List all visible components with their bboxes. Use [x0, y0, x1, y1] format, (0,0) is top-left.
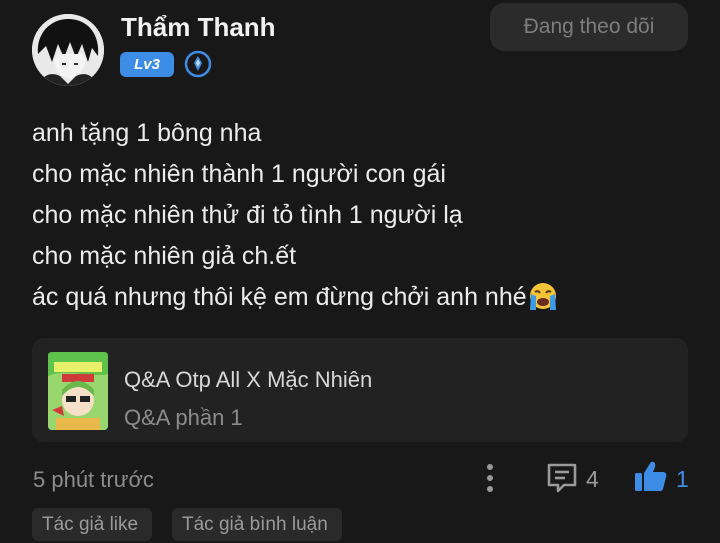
- post-line: anh tặng 1 bông nha: [32, 119, 262, 147]
- username[interactable]: Thẩm Thanh: [121, 12, 276, 43]
- post-content: anh tặng 1 bông nha cho mặc nhiên thành …: [32, 113, 692, 318]
- post-time: 5 phút trước: [33, 467, 154, 492]
- author-commented-tag: Tác giả bình luận: [172, 508, 342, 541]
- like-count: 1: [676, 466, 689, 492]
- comment-count: 4: [586, 466, 599, 492]
- follow-button[interactable]: Đang theo dõi: [490, 3, 688, 51]
- post-line: ác quá nhưng thôi kệ em đừng chởi anh nh…: [32, 283, 527, 311]
- author-rank-icon: [184, 50, 212, 78]
- thumbs-up-icon[interactable]: [633, 458, 669, 494]
- post-line: cho mặc nhiên giả ch.ết: [32, 242, 297, 270]
- crying-face-icon: [529, 283, 556, 310]
- story-cover: [48, 352, 108, 430]
- story-cover-image: [48, 352, 108, 430]
- more-options-icon[interactable]: [480, 462, 500, 494]
- author-liked-tag: Tác giả like: [32, 508, 152, 541]
- post-line-last: ác quá nhưng thôi kệ em đừng chởi anh nh…: [32, 277, 692, 318]
- avatar-image: [32, 14, 104, 86]
- story-title: Q&A Otp All X Mặc Nhiên: [124, 367, 373, 392]
- comment-icon[interactable]: [545, 460, 579, 494]
- post-line: cho mặc nhiên thành 1 người con gái: [32, 160, 446, 188]
- post-line: cho mặc nhiên thử đi tỏ tình 1 người lạ: [32, 201, 463, 229]
- linked-story-card[interactable]: Q&A Otp All X Mặc Nhiên Q&A phần 1: [32, 338, 688, 442]
- avatar[interactable]: [32, 14, 104, 86]
- level-badge: Lv3: [120, 52, 174, 77]
- story-chapter: Q&A phần 1: [124, 405, 243, 430]
